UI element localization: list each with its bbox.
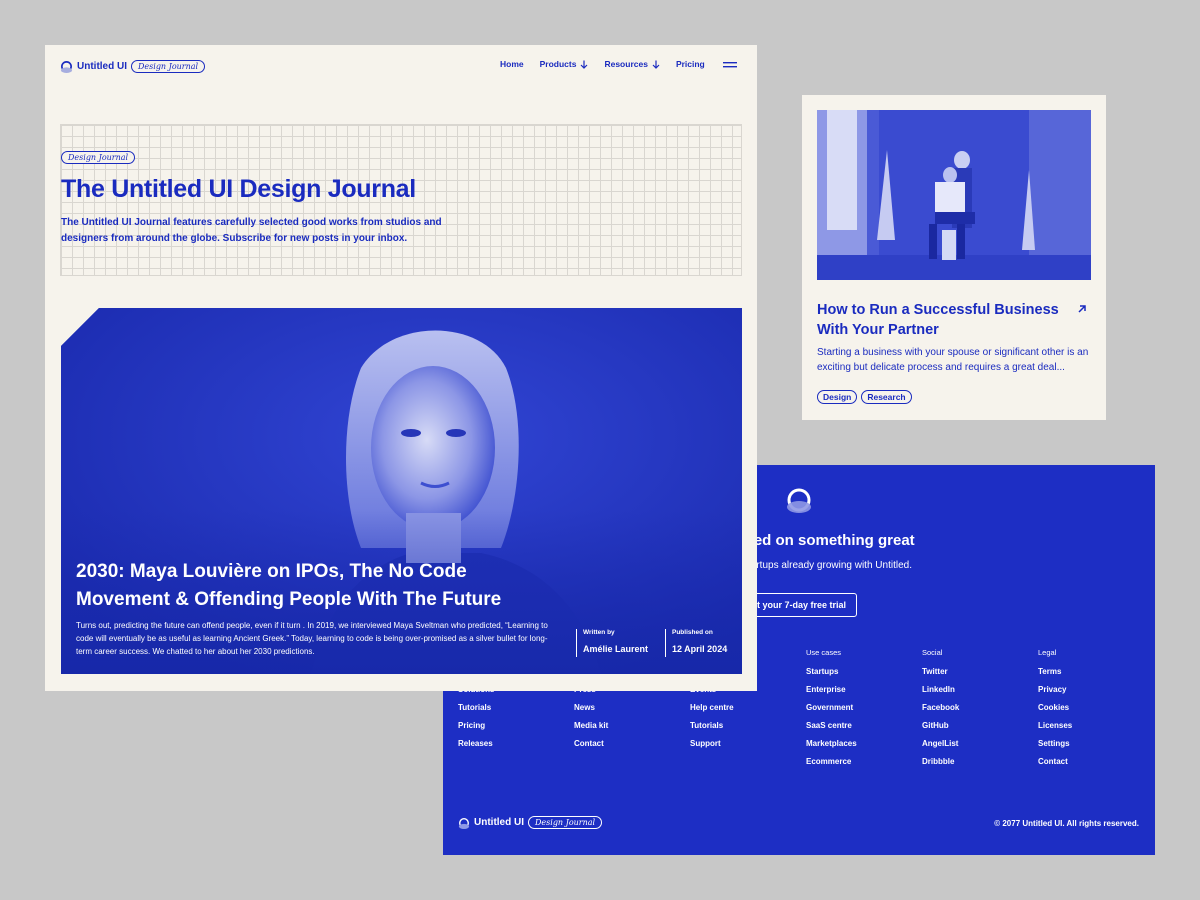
logo-mark-icon bbox=[787, 488, 811, 513]
nav-link-home[interactable]: Home bbox=[500, 59, 524, 69]
footer-link[interactable]: News bbox=[574, 703, 684, 721]
footer-link[interactable]: Government bbox=[806, 703, 916, 721]
footer-link[interactable]: Releases bbox=[458, 739, 568, 757]
footer-link[interactable]: LinkedIn bbox=[922, 685, 1032, 703]
logo-mark-icon bbox=[60, 60, 73, 73]
footer-column-title: Social bbox=[922, 648, 943, 657]
footer-link[interactable]: Contact bbox=[1038, 757, 1148, 775]
footer-logo[interactable]: Untitled UI Design Journal bbox=[458, 816, 603, 829]
tag-design[interactable]: Design bbox=[817, 390, 858, 404]
featured-article[interactable]: 2030: Maya Louvière on IPOs, The No Code… bbox=[61, 308, 742, 674]
published-meta: Published on 12 April 2024 bbox=[665, 629, 727, 657]
blog-post-title[interactable]: How to Run a Successful Business With Yo… bbox=[817, 300, 1067, 340]
nav-link-resources[interactable]: Resources bbox=[604, 59, 660, 69]
featured-description: Turns out, predicting the future can off… bbox=[76, 621, 548, 656]
footer-link[interactable]: Pricing bbox=[458, 721, 568, 739]
footer-column-title: Use cases bbox=[806, 648, 842, 657]
footer-link[interactable]: Settings bbox=[1038, 739, 1148, 757]
footer-link[interactable]: Marketplaces bbox=[806, 739, 916, 757]
nav-link-label: Home bbox=[500, 59, 524, 69]
top-nav: Untitled UI Design Journal Home Products R… bbox=[60, 57, 742, 75]
footer-link[interactable]: Startups bbox=[806, 667, 916, 685]
hero-pill: Design Journal bbox=[61, 151, 136, 164]
footer-heading: rted on something great bbox=[743, 532, 915, 549]
hero-section: Design Journal The Untitled UI Design Jo… bbox=[60, 124, 742, 276]
brand-name: Untitled UI bbox=[77, 60, 127, 72]
published-on-label: Published on bbox=[672, 629, 713, 636]
footer-link[interactable]: Enterprise bbox=[806, 685, 916, 703]
footer-column: Social Twitter LinkedIn Facebook GitHub Angel… bbox=[922, 648, 1032, 775]
arrow-down-icon bbox=[581, 60, 588, 69]
footer-link[interactable]: Dribbble bbox=[922, 757, 1032, 775]
author-name: Amélie Laurent bbox=[583, 644, 649, 654]
blog-post-tags: Design Research bbox=[817, 390, 912, 404]
footer-link[interactable]: SaaS centre bbox=[806, 721, 916, 739]
footer-link[interactable]: Tutorials bbox=[690, 721, 800, 739]
written-by-label: Written by bbox=[583, 629, 615, 636]
hero-description: The Untitled UI Journal features careful… bbox=[61, 217, 442, 244]
footer-brand-pill: Design Journal bbox=[528, 816, 603, 829]
footer-link[interactable]: Facebook bbox=[922, 703, 1032, 721]
footer-link[interactable]: Cookies bbox=[1038, 703, 1148, 721]
footer-column-title: Legal bbox=[1038, 648, 1057, 657]
publish-date: 12 April 2024 bbox=[672, 644, 728, 654]
blog-post-card[interactable]: How to Run a Successful Business With Yo… bbox=[802, 95, 1106, 420]
footer-brand-name: Untitled UI bbox=[474, 817, 524, 828]
featured-title[interactable]: 2030: Maya Louvière on IPOs, The No Code… bbox=[76, 558, 546, 614]
menu-icon[interactable] bbox=[723, 60, 737, 70]
copyright-text: © 2077 Untitled UI. All rights reserved. bbox=[994, 819, 1139, 828]
brand-pill: Design Journal bbox=[131, 59, 206, 73]
footer-link[interactable]: Twitter bbox=[922, 667, 1032, 685]
footer-link[interactable]: Privacy bbox=[1038, 685, 1148, 703]
arrow-down-icon bbox=[652, 60, 660, 69]
nav-link-pricing[interactable]: Pricing bbox=[676, 59, 705, 69]
journal-page: Untitled UI Design Journal Home Products R… bbox=[45, 45, 757, 691]
nav-link-label: Resources bbox=[604, 59, 648, 69]
footer-link[interactable]: Licenses bbox=[1038, 721, 1148, 739]
blog-post-image bbox=[817, 110, 1091, 280]
footer-link[interactable]: Tutorials bbox=[458, 703, 568, 721]
footer-link[interactable]: Support bbox=[690, 739, 800, 757]
footer-link[interactable]: GitHub bbox=[922, 721, 1032, 739]
nav-link-label: Products bbox=[539, 59, 577, 69]
footer-link[interactable]: Contact bbox=[574, 739, 684, 757]
footer-link[interactable]: Ecommerce bbox=[806, 757, 916, 775]
tag-research[interactable]: Research bbox=[861, 390, 912, 404]
footer-link[interactable]: Terms bbox=[1038, 667, 1148, 685]
nav-link-products[interactable]: Products bbox=[540, 59, 589, 69]
footer-link[interactable]: AngelList bbox=[922, 739, 1032, 757]
footer-link[interactable]: Media kit bbox=[574, 721, 684, 739]
footer-link[interactable]: Help centre bbox=[690, 703, 800, 721]
author-meta: Written by Amélie Laurent bbox=[576, 629, 648, 657]
footer-subheading: tartups already growing with Untitled. bbox=[748, 560, 912, 571]
footer-column: Legal Terms Privacy Cookies Licenses Settings… bbox=[1038, 648, 1148, 775]
nav-links: Home Products Resources Pricing bbox=[500, 59, 721, 69]
logo-mark-icon bbox=[458, 817, 470, 829]
header-logo[interactable]: Untitled UI Design Journal bbox=[60, 59, 206, 73]
arrow-up-right-icon[interactable] bbox=[1076, 303, 1088, 315]
footer-column: Use cases Startups Enterprise Government Saa… bbox=[806, 648, 916, 775]
blog-post-description: Starting a business with your spouse or … bbox=[817, 347, 1089, 373]
page-title: The Untitled UI Design Journal bbox=[61, 175, 416, 203]
nav-link-label: Pricing bbox=[675, 59, 705, 69]
